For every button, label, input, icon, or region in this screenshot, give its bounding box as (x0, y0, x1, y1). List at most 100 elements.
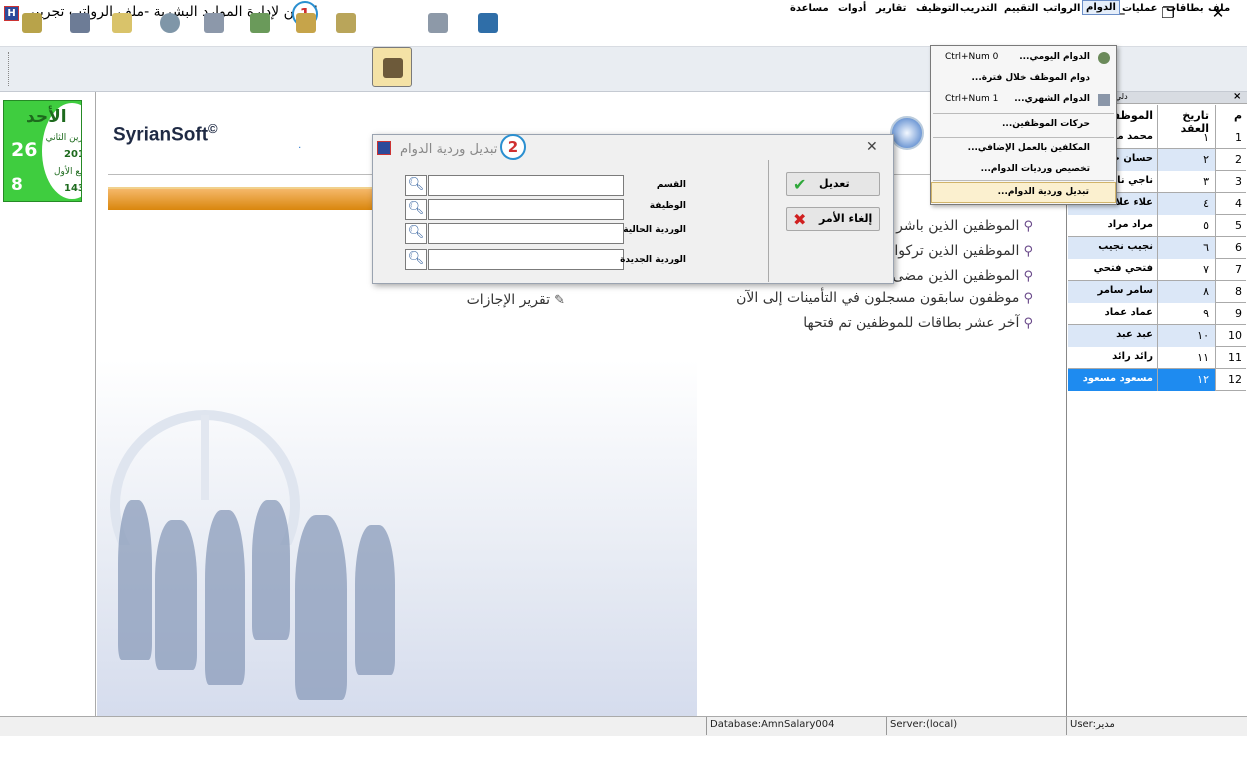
menu-reports[interactable]: تقارير (876, 3, 906, 14)
menu-item-employee-movements[interactable]: حركات الموظفين... (931, 115, 1116, 136)
table-row[interactable]: رائد رائد ١١ 11 (1068, 347, 1246, 369)
table-row[interactable]: عبد عبد ١٠ 10 (1068, 325, 1246, 347)
gear-icon[interactable] (890, 116, 924, 150)
toolbar-exit-button[interactable] (472, 8, 504, 38)
calendar-widget: الأحد 26 تشرين الثاني 2017 8 ربيع الأول … (3, 100, 82, 202)
cell-idx: 1 (1235, 131, 1242, 144)
menu-employment[interactable]: التوظيف (916, 3, 959, 14)
column-header-index[interactable]: م (1216, 105, 1246, 127)
calendar-hijri-day: 8 (11, 175, 23, 195)
link-former-insured[interactable]: ⚲ موظفون سابقون مسجلون في التأمينات إلى … (700, 290, 1033, 306)
menu-cards[interactable]: بطاقات (1166, 3, 1204, 14)
menu-tools[interactable]: أدوات (838, 3, 866, 14)
current-shift-lookup-button[interactable]: 🔍︎ (405, 223, 427, 244)
menu-salaries[interactable]: الرواتب (1043, 3, 1080, 14)
menu-operations[interactable]: عمليات (1122, 3, 1158, 14)
cell-idx: 10 (1228, 329, 1242, 342)
menu-item-overtime[interactable]: المكلفين بالعمل الإضافي... (931, 139, 1116, 160)
toolbar-grip[interactable] (8, 52, 10, 86)
cell-idx: 8 (1235, 285, 1242, 298)
dialog-divider (768, 160, 769, 282)
search-icon: 🔍︎ (407, 177, 425, 192)
link-left-employees[interactable]: ⚲ الموظفين الذين تركوا (894, 243, 1033, 259)
link-started-employees[interactable]: ⚲ الموظفين الذين باشر (895, 218, 1033, 234)
modify-button[interactable]: ✔ تعديل (786, 172, 880, 196)
label-period: دوام الموظف خلال فترة... (971, 73, 1091, 83)
shortcut-monthly: Ctrl+Num 1 (945, 94, 999, 104)
toolbar-monthly-attendance-button[interactable] (198, 8, 230, 38)
table-row[interactable]: نجيب نجيب ٦ 6 (1068, 237, 1246, 259)
menu-item-employee-period[interactable]: دوام الموظف خلال فترة... (931, 69, 1116, 90)
callout-2: 2 (500, 134, 526, 160)
menu-item-assign-shifts[interactable]: تخصيص ورديات الدوام... (931, 160, 1116, 181)
toolbar-employee-card-button[interactable] (64, 8, 96, 38)
cell-num: ٤ (1158, 193, 1216, 215)
dialog-close-button[interactable]: ✕ (866, 139, 878, 155)
link-vacations-report[interactable]: ✎ تقرير الإجازات (440, 292, 565, 308)
link-passed-employees[interactable]: ⚲ الموظفين الذين مضى (892, 268, 1033, 284)
job-field[interactable] (428, 199, 624, 220)
link-bullet-icon: ⚲ (1019, 316, 1033, 331)
cell-idx: 9 (1235, 307, 1242, 320)
table-row[interactable]: فتحي فتحي ٧ 7 (1068, 259, 1246, 281)
link-label: الموظفين الذين مضى (892, 268, 1020, 284)
department-lookup-button[interactable]: 🔍︎ (405, 175, 427, 196)
link-label: الموظفين الذين باشر (896, 218, 1020, 234)
toolbar-employees-button[interactable] (372, 47, 412, 87)
cell-name: عبد عبد (1068, 325, 1158, 347)
toolbar-daily-attendance-button[interactable] (154, 8, 186, 38)
folder-tag-icon (336, 13, 356, 33)
column-header-contract-date[interactable]: تاريخ العقد (1158, 105, 1216, 135)
cell-name: رائد رائد (1068, 347, 1158, 369)
attendance-dropdown-menu: Ctrl+Num 0 الدوام اليومي... دوام الموظف … (930, 45, 1117, 205)
table-row[interactable]: مسعود مسعود ١٢ 12 (1068, 369, 1246, 391)
status-server: Server:(local) (890, 719, 958, 730)
table-row[interactable]: مراد مراد ٥ 5 (1068, 215, 1246, 237)
calendar-greg-day: 26 (11, 139, 38, 161)
menu-training[interactable]: التدريب (960, 3, 997, 14)
toolbar-refresh-button[interactable] (16, 8, 48, 38)
toolbar-calculator-button[interactable] (422, 8, 454, 38)
label-overtime: المكلفين بالعمل الإضافي... (967, 143, 1090, 153)
table-row[interactable]: عماد عماد ٩ 9 (1068, 303, 1246, 325)
current-shift-field[interactable] (428, 223, 624, 244)
toolbar-folder-button[interactable] (290, 8, 322, 38)
menu-item-change-shift[interactable]: تبديل وردية الدوام... (931, 182, 1116, 203)
link-bullet-icon: ⚲ (1019, 291, 1033, 306)
menu-evaluation[interactable]: التقييم (1004, 3, 1038, 14)
table-row[interactable]: سامر سامر ٨ 8 (1068, 281, 1246, 303)
clock-icon (160, 13, 180, 33)
menu-item-daily-attendance[interactable]: Ctrl+Num 0 الدوام اليومي... (931, 48, 1116, 69)
cell-idx: 11 (1228, 351, 1242, 364)
status-user: User:مدير (1070, 719, 1115, 730)
menu-attendance[interactable]: الدوام (1082, 0, 1120, 15)
banner-dot: ۰ (297, 142, 303, 153)
link-recent-cards[interactable]: ⚲ آخر عشر بطاقات للموظفين تم فتحها (760, 315, 1033, 331)
monthly-attendance-icon (1098, 94, 1110, 106)
menu-file[interactable]: ملف (1208, 3, 1230, 14)
dialog-title: تبديل وردية الدوام (400, 142, 498, 157)
department-field[interactable] (428, 175, 624, 196)
pane-close-button[interactable]: × (1233, 91, 1241, 102)
status-separator (1066, 717, 1067, 735)
status-separator (886, 717, 887, 735)
cell-num: ١٢ (1158, 369, 1216, 391)
menu-item-monthly-attendance[interactable]: Ctrl+Num 1 الدوام الشهري... (931, 90, 1116, 111)
menu-separator (933, 180, 1114, 181)
toolbar-salaries-button[interactable] (244, 8, 276, 38)
cell-name: فتحي فتحي (1068, 259, 1158, 281)
menu-help[interactable]: مساعدة (790, 3, 829, 14)
calendar-greg-year: 2017 (64, 149, 81, 160)
people-silhouette (205, 510, 245, 685)
new-shift-lookup-button[interactable]: 🔍︎ (405, 249, 427, 270)
edit-icon: ✎ (549, 293, 565, 308)
cancel-button[interactable]: ✖ إلغاء الأمر (786, 207, 880, 231)
toolbar-tag-button[interactable] (330, 8, 362, 38)
cell-num: ٦ (1158, 237, 1216, 259)
toolbar-add-button[interactable] (106, 8, 138, 38)
new-shift-field[interactable] (428, 249, 624, 270)
cell-idx: 6 (1235, 241, 1242, 254)
job-lookup-button[interactable]: 🔍︎ (405, 199, 427, 220)
calendar-greg-month: تشرين الثاني (45, 133, 81, 143)
brand-logo: SyrianSoft© (113, 121, 218, 146)
